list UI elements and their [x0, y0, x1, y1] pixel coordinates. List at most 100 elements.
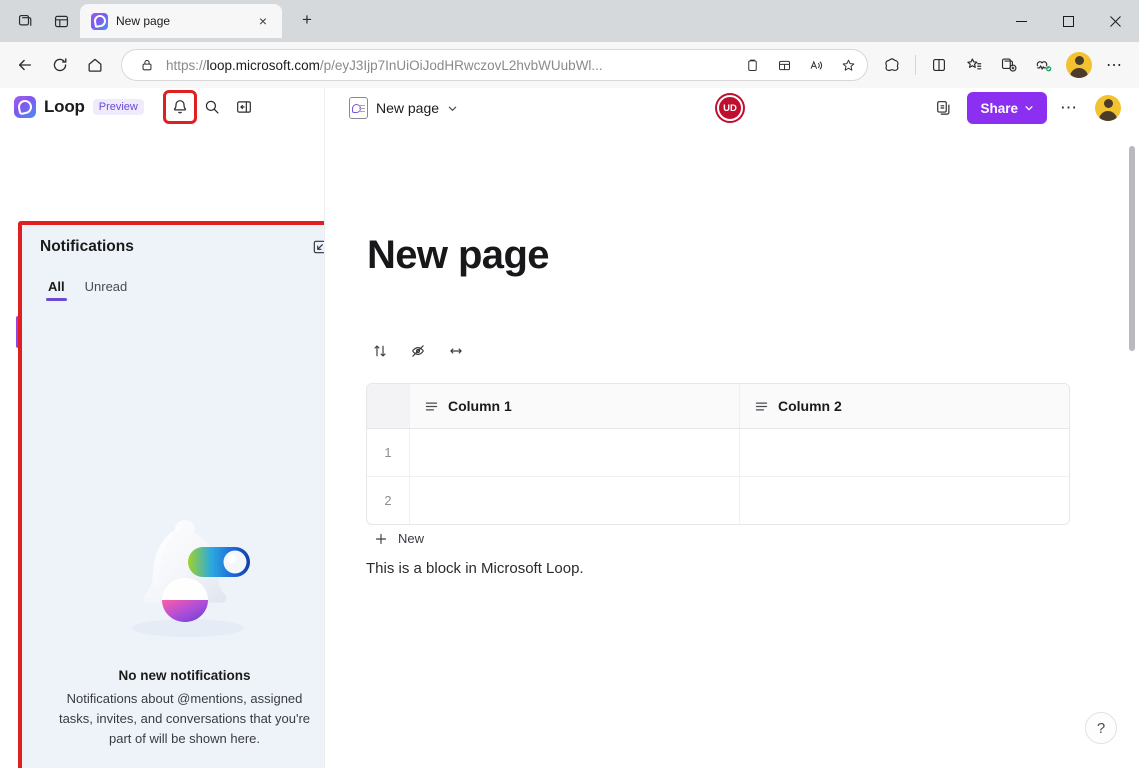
browser-essentials-icon[interactable] — [922, 48, 956, 82]
table-row-number: 1 — [367, 429, 410, 476]
hide-fields-icon[interactable] — [405, 338, 431, 364]
plus-icon — [374, 532, 388, 546]
sort-icon[interactable] — [367, 338, 393, 364]
search-icon[interactable] — [198, 93, 226, 121]
split-screen-icon[interactable] — [771, 52, 797, 78]
loop-wordmark: Loop — [44, 97, 85, 117]
resize-columns-icon[interactable] — [443, 338, 469, 364]
tab-actions-icon[interactable] — [44, 6, 78, 36]
table-corner-cell — [367, 384, 410, 428]
browser-toolbar-right: ⋯ — [875, 48, 1131, 82]
close-window-button[interactable] — [1092, 0, 1139, 42]
chevron-down-icon[interactable] — [447, 103, 458, 114]
document-area: New page UD Share — [324, 88, 1139, 768]
user-avatar[interactable] — [1091, 91, 1125, 125]
table-row[interactable]: 1 — [367, 429, 1069, 477]
table-add-row-label: New — [398, 531, 424, 546]
browser-toolbar: https://loop.microsoft.com/p/eyJ3Ijp7InU… — [0, 42, 1139, 88]
chevron-down-icon — [1024, 103, 1034, 113]
window-controls — [998, 0, 1139, 42]
table-row-number: 2 — [367, 477, 410, 524]
table-cell[interactable] — [410, 477, 740, 524]
notifications-tabs: All Unread — [22, 269, 347, 303]
toolbar-divider — [915, 55, 916, 75]
loop-header-icons — [166, 93, 258, 121]
collections-icon[interactable] — [739, 52, 765, 78]
minimize-button[interactable] — [998, 0, 1045, 42]
notifications-panel: Notifications All Unread — [18, 221, 351, 768]
new-tab-button[interactable]: + — [292, 5, 322, 35]
breadcrumb[interactable]: New page — [343, 94, 464, 122]
browser-essentials-health-icon[interactable] — [1027, 48, 1061, 82]
browser-tab[interactable]: New page × — [80, 4, 282, 38]
loop-app-header: Loop Preview — [0, 88, 324, 126]
share-button-label: Share — [980, 101, 1018, 116]
notifications-empty-title: No new notifications — [118, 668, 250, 683]
notifications-tab-unread[interactable]: Unread — [77, 273, 136, 303]
loop-logo-icon — [14, 96, 36, 118]
url-scheme: https:// — [166, 58, 207, 73]
loop-favicon — [91, 13, 108, 30]
more-options-button[interactable]: ⋯ — [1055, 94, 1083, 122]
notifications-empty-description: Notifications about @mentions, assigned … — [49, 689, 321, 749]
copy-link-icon[interactable] — [929, 93, 959, 123]
favorites-icon[interactable] — [957, 48, 991, 82]
table-cell[interactable] — [410, 429, 740, 476]
browser-tab-strip: New page × + — [0, 0, 1139, 42]
breadcrumb-page-name: New page — [376, 100, 439, 116]
home-icon[interactable] — [78, 48, 112, 82]
address-bar[interactable]: https://loop.microsoft.com/p/eyJ3Ijp7InU… — [121, 49, 868, 81]
table-add-row-button[interactable]: New — [366, 525, 432, 552]
table-row[interactable]: 2 — [367, 477, 1069, 524]
table-toolbar — [367, 338, 469, 364]
page-title[interactable]: New page — [367, 233, 549, 278]
table-column-header-label: Column 1 — [448, 398, 512, 414]
table-header-row: Column 1 Column 2 — [367, 384, 1069, 429]
url-host: loop.microsoft.com — [207, 58, 320, 73]
share-button[interactable]: Share — [967, 92, 1047, 124]
toggle-sidebar-icon[interactable] — [230, 93, 258, 121]
notifications-empty-state: No new notifications Notifications about… — [22, 500, 347, 749]
table-column-header-2[interactable]: Column 2 — [740, 384, 1069, 428]
preview-badge: Preview — [93, 99, 144, 115]
notifications-bell-icon[interactable] — [166, 93, 194, 121]
text-type-icon — [754, 399, 769, 414]
profile-avatar[interactable] — [1062, 48, 1096, 82]
table-cell[interactable] — [740, 429, 1069, 476]
workspaces-icon[interactable] — [8, 6, 42, 36]
collections-add-icon[interactable] — [992, 48, 1026, 82]
avatar — [1095, 95, 1121, 121]
avatar — [1066, 52, 1092, 78]
close-icon[interactable]: × — [252, 10, 274, 32]
document-header-actions: Share ⋯ — [929, 91, 1125, 125]
site-info-lock-icon[interactable] — [134, 52, 160, 78]
settings-and-more-button[interactable]: ⋯ — [1097, 48, 1131, 82]
document-header: New page UD Share — [325, 88, 1139, 128]
loop-page-icon — [349, 97, 368, 119]
table-cell[interactable] — [740, 477, 1069, 524]
favorite-star-icon[interactable] — [835, 52, 861, 78]
text-type-icon — [424, 399, 439, 414]
read-aloud-icon[interactable] — [803, 52, 829, 78]
tab-title: New page — [116, 14, 244, 28]
app-viewport: Loop Preview — [0, 88, 1139, 768]
notifications-title: Notifications — [40, 238, 134, 256]
back-icon[interactable] — [8, 48, 42, 82]
document-scrollbar[interactable] — [1129, 146, 1135, 351]
bell-illustration — [100, 500, 270, 650]
refresh-icon[interactable] — [43, 48, 77, 82]
url-path: /p/eyJ3Ijp7InUiOiJodHRwczovL2hvbWUubWl..… — [320, 58, 603, 73]
tabstrip-left: New page × + — [0, 0, 326, 42]
document-paragraph[interactable]: This is a block in Microsoft Loop. — [366, 560, 584, 577]
notifications-tab-all[interactable]: All — [40, 273, 73, 303]
presence-avatar-ud[interactable]: UD — [717, 95, 743, 121]
table-column-header-label: Column 2 — [778, 398, 842, 414]
notifications-header: Notifications — [22, 225, 347, 269]
loop-table[interactable]: Column 1 Column 2 1 2 — [366, 383, 1070, 525]
address-bar-url: https://loop.microsoft.com/p/eyJ3Ijp7InU… — [166, 58, 733, 73]
table-column-header-1[interactable]: Column 1 — [410, 384, 740, 428]
copilot-icon[interactable] — [875, 48, 909, 82]
maximize-button[interactable] — [1045, 0, 1092, 42]
document-canvas[interactable]: New page — [325, 128, 1139, 768]
help-button[interactable]: ? — [1085, 712, 1117, 744]
